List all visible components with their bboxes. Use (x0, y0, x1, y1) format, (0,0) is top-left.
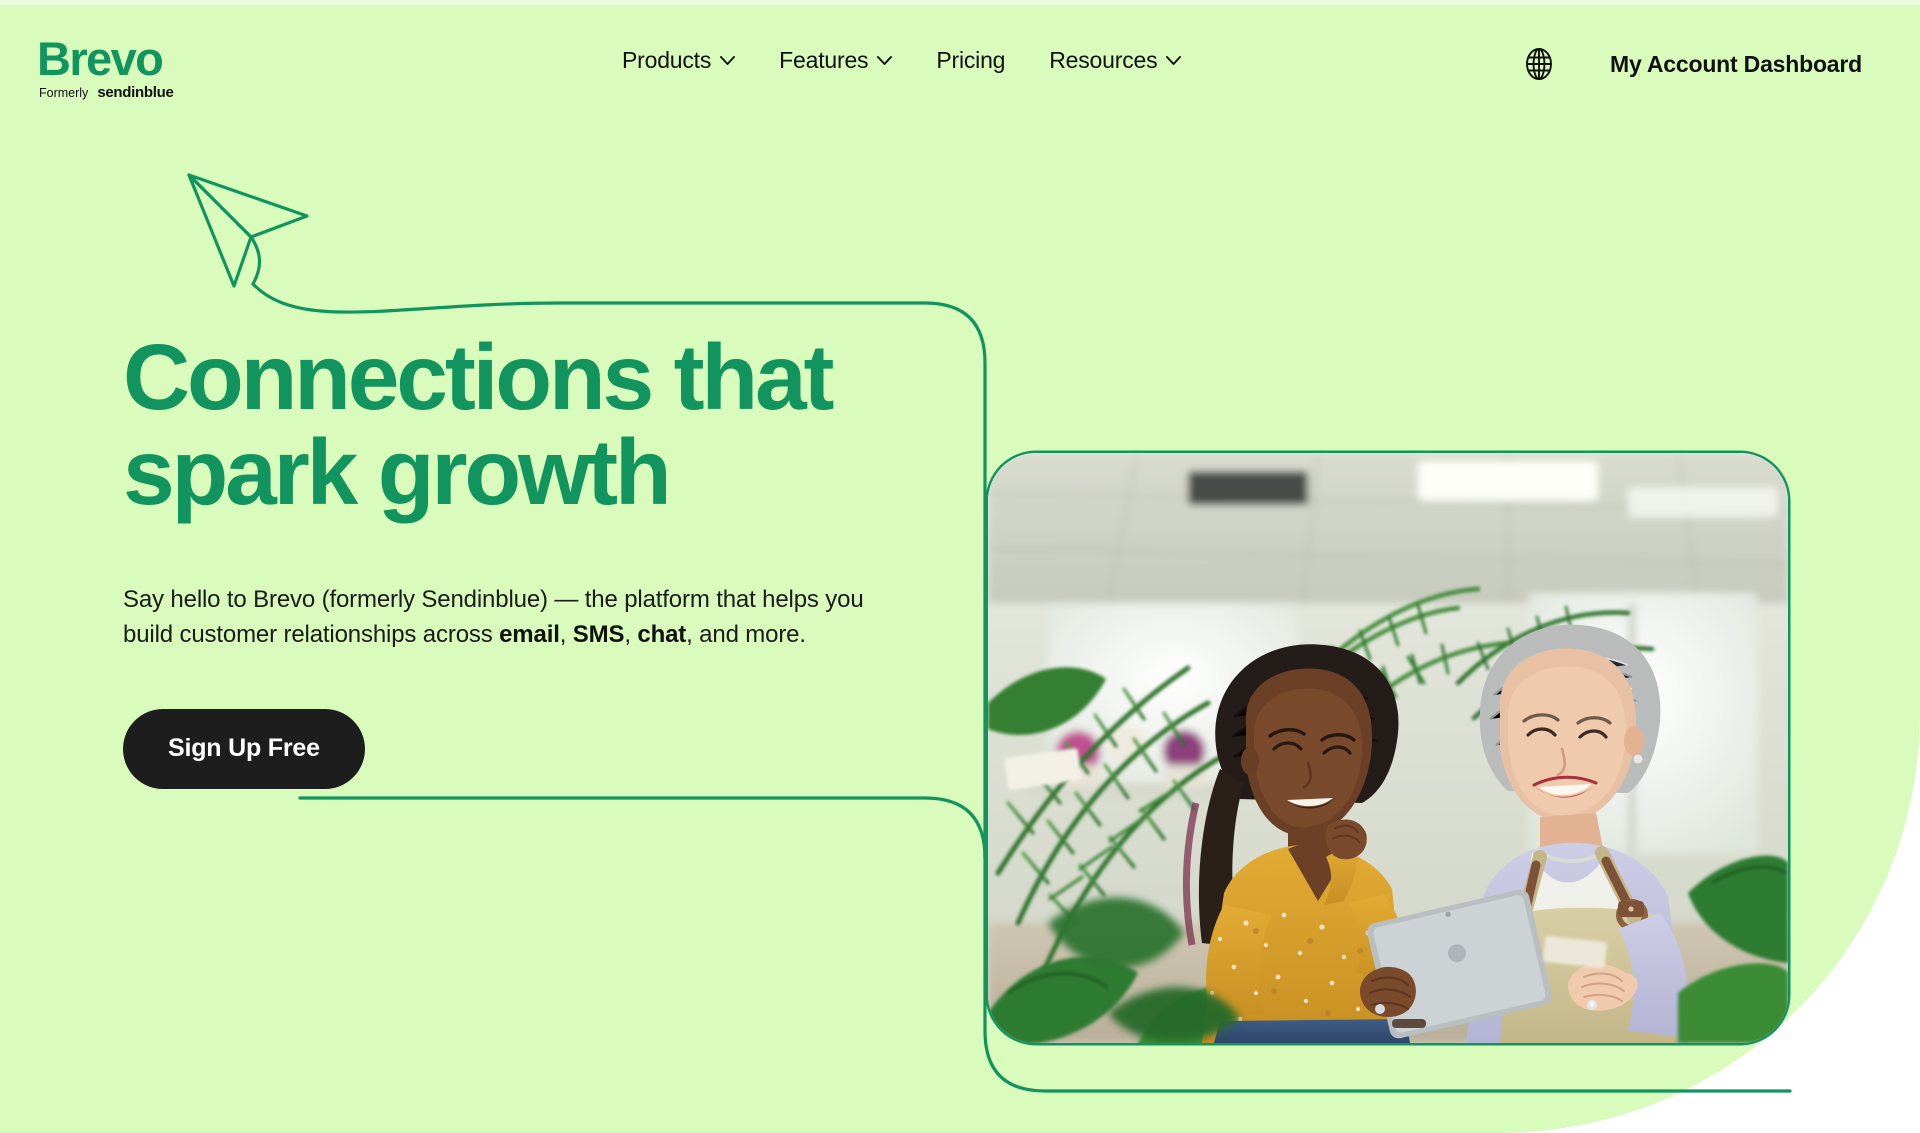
top-edge-strip (0, 0, 1920, 5)
header-utilities: My Account Dashboard (1522, 47, 1920, 81)
hero-copy: Connections that spark growth Say hello … (123, 330, 943, 789)
logo-wordmark: Brevo (37, 32, 164, 85)
hero-subcopy-sep1: , (559, 621, 573, 649)
logo-subtitle: Formerly sendinblue (39, 84, 247, 101)
primary-navigation: Products Features Pricing Resources (600, 47, 1203, 74)
chevron-down-icon (1166, 56, 1182, 65)
hero-image (988, 453, 1788, 1043)
globe-icon[interactable] (1522, 47, 1556, 81)
brevo-logo[interactable]: Brevo Formerly sendinblue (37, 35, 247, 105)
nav-item-products[interactable]: Products (600, 47, 757, 74)
hero-subcopy: Say hello to Brevo (formerly Sendinblue)… (123, 582, 913, 653)
sign-up-free-button[interactable]: Sign Up Free (123, 708, 365, 789)
site-header: Brevo Formerly sendinblue Products Featu… (0, 3, 1920, 123)
nav-item-pricing-label: Pricing (936, 47, 1006, 73)
logo-sendinblue-label: sendinblue (97, 84, 174, 101)
hero-subcopy-part2: , and more. (686, 621, 806, 649)
logo-formerly-label: Formerly (39, 86, 89, 100)
chevron-down-icon (720, 56, 736, 65)
nav-item-features-label: Features (779, 47, 869, 73)
nav-item-resources[interactable]: Resources (1027, 47, 1203, 74)
chevron-down-icon (877, 56, 893, 65)
hero-subcopy-sep2: , (624, 621, 638, 649)
nav-item-products-label: Products (622, 47, 712, 73)
my-account-dashboard-link[interactable]: My Account Dashboard (1610, 51, 1862, 78)
nav-item-pricing[interactable]: Pricing (914, 47, 1027, 74)
nav-item-resources-label: Resources (1049, 47, 1158, 73)
hero-subcopy-chat: chat (637, 621, 687, 649)
brevo-landing-page: Brevo Formerly sendinblue Products Featu… (0, 0, 1920, 1133)
hero-subcopy-email: email (499, 621, 560, 649)
page-title: Connections that spark growth (123, 325, 834, 524)
nav-item-features[interactable]: Features (757, 47, 914, 74)
hero-subcopy-sms: SMS (572, 621, 625, 649)
